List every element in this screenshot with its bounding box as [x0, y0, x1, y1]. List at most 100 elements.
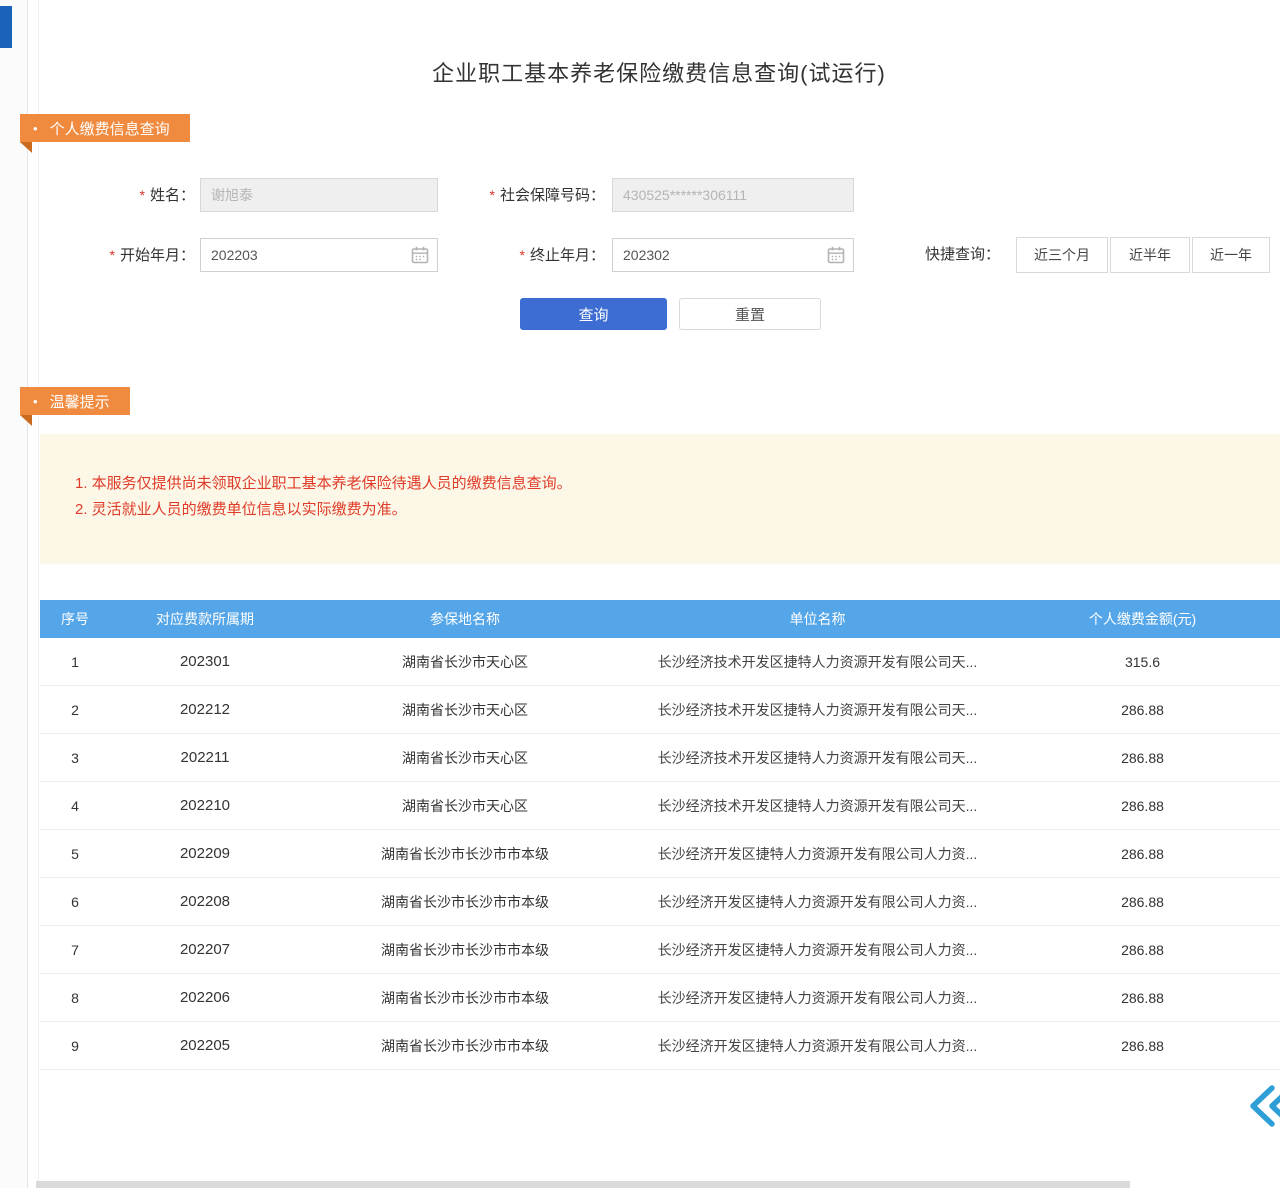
cell-amount: 286.88 [1005, 798, 1280, 814]
name-label: *姓名： [100, 178, 195, 212]
header-period: 对应费款所属期 [110, 609, 300, 629]
cell-index: 2 [40, 702, 110, 718]
cell-period: 202301 [110, 653, 300, 670]
quick-query-group: 近三个月 近半年 近一年 [1016, 237, 1270, 273]
end-month-field [612, 238, 854, 272]
cell-index: 6 [40, 894, 110, 910]
cell-region: 湖南省长沙市长沙市市本级 [300, 892, 630, 912]
cell-amount: 315.6 [1005, 654, 1280, 670]
cell-index: 5 [40, 846, 110, 862]
table-row: 2 202212 湖南省长沙市天心区 长沙经济技术开发区捷特人力资源开发有限公司… [40, 686, 1280, 734]
bullet-icon: • [33, 395, 38, 408]
section-badge-tips-label: 温馨提示 [50, 391, 110, 412]
cell-region: 湖南省长沙市天心区 [300, 796, 630, 816]
start-month-field [200, 238, 438, 272]
start-month-label: *开始年月： [85, 238, 195, 272]
cell-amount: 286.88 [1005, 750, 1280, 766]
cell-period: 202210 [110, 797, 300, 814]
end-month-input[interactable] [612, 238, 854, 272]
reset-button[interactable]: 重置 [679, 298, 821, 330]
header-company: 单位名称 [630, 609, 1005, 629]
page: 企业职工基本养老保险缴费信息查询(试运行) • 个人缴费信息查询 *姓名： *社… [0, 0, 1280, 1188]
cell-region: 湖南省长沙市天心区 [300, 748, 630, 768]
cell-index: 4 [40, 798, 110, 814]
cell-index: 8 [40, 990, 110, 1006]
required-marker: * [490, 187, 495, 203]
cell-amount: 286.88 [1005, 846, 1280, 862]
cell-period: 202208 [110, 893, 300, 910]
cell-region: 湖南省长沙市长沙市市本级 [300, 940, 630, 960]
cell-period: 202209 [110, 845, 300, 862]
cell-region: 湖南省长沙市长沙市市本级 [300, 844, 630, 864]
section-badge-tips: • 温馨提示 [20, 387, 130, 415]
cell-company: 长沙经济开发区捷特人力资源开发有限公司人力资... [630, 988, 1005, 1008]
cell-period: 202212 [110, 701, 300, 718]
start-month-input[interactable] [200, 238, 438, 272]
cell-company: 长沙经济技术开发区捷特人力资源开发有限公司天... [630, 700, 1005, 720]
cell-index: 1 [40, 654, 110, 670]
cell-company: 长沙经济开发区捷特人力资源开发有限公司人力资... [630, 940, 1005, 960]
cell-region: 湖南省长沙市长沙市市本级 [300, 1036, 630, 1056]
cell-company: 长沙经济技术开发区捷特人力资源开发有限公司天... [630, 652, 1005, 672]
cell-amount: 286.88 [1005, 1038, 1280, 1054]
table-row: 3 202211 湖南省长沙市天心区 长沙经济技术开发区捷特人力资源开发有限公司… [40, 734, 1280, 782]
page-title: 企业职工基本养老保险缴费信息查询(试运行) [38, 56, 1280, 88]
tips-box: 1. 本服务仅提供尚未领取企业职工基本养老保险待遇人员的缴费信息查询。 2. 灵… [40, 434, 1280, 564]
cell-period: 202207 [110, 941, 300, 958]
double-left-chevron-icon[interactable] [1246, 1084, 1280, 1128]
cell-company: 长沙经济开发区捷特人力资源开发有限公司人力资... [630, 892, 1005, 912]
cell-region: 湖南省长沙市长沙市市本级 [300, 988, 630, 1008]
table-row: 1 202301 湖南省长沙市天心区 长沙经济技术开发区捷特人力资源开发有限公司… [40, 638, 1280, 686]
cell-amount: 286.88 [1005, 702, 1280, 718]
cell-index: 3 [40, 750, 110, 766]
header-amount: 个人缴费金额(元) [1005, 609, 1280, 629]
cell-index: 7 [40, 942, 110, 958]
required-marker: * [520, 247, 525, 263]
tip-line-2: 2. 灵活就业人员的缴费单位信息以实际缴费为准。 [75, 497, 1260, 523]
ssn-label: *社会保障号码： [450, 178, 605, 212]
table-row: 9 202205 湖南省长沙市长沙市市本级 长沙经济开发区捷特人力资源开发有限公… [40, 1022, 1280, 1070]
section-badge-query-label: 个人缴费信息查询 [50, 118, 170, 139]
cell-index: 9 [40, 1038, 110, 1054]
cell-amount: 286.88 [1005, 894, 1280, 910]
quick-last-3-months-button[interactable]: 近三个月 [1016, 237, 1108, 273]
required-marker: * [110, 247, 115, 263]
cell-region: 湖南省长沙市天心区 [300, 652, 630, 672]
footer-bar [36, 1181, 1130, 1188]
bullet-icon: • [33, 122, 38, 135]
ssn-input[interactable] [612, 178, 854, 212]
table-header-row: 序号 对应费款所属期 参保地名称 单位名称 个人缴费金额(元) [40, 600, 1280, 638]
calendar-icon[interactable] [826, 245, 846, 265]
cell-amount: 286.88 [1005, 990, 1280, 1006]
table-row: 8 202206 湖南省长沙市长沙市市本级 长沙经济开发区捷特人力资源开发有限公… [40, 974, 1280, 1022]
calendar-icon[interactable] [410, 245, 430, 265]
rail-blue-marker [0, 6, 12, 48]
quick-query-label: 快捷查询： [925, 238, 1010, 272]
end-month-label: *终止年月： [490, 238, 605, 272]
cell-period: 202206 [110, 989, 300, 1006]
panel-left-border [38, 0, 39, 1188]
cell-company: 长沙经济技术开发区捷特人力资源开发有限公司天... [630, 796, 1005, 816]
table-row: 6 202208 湖南省长沙市长沙市市本级 长沙经济开发区捷特人力资源开发有限公… [40, 878, 1280, 926]
header-index: 序号 [40, 609, 110, 629]
quick-last-year-button[interactable]: 近一年 [1192, 237, 1270, 273]
quick-last-half-year-button[interactable]: 近半年 [1110, 237, 1190, 273]
table-row: 5 202209 湖南省长沙市长沙市市本级 长沙经济开发区捷特人力资源开发有限公… [40, 830, 1280, 878]
cell-company: 长沙经济技术开发区捷特人力资源开发有限公司天... [630, 748, 1005, 768]
tip-line-1: 1. 本服务仅提供尚未领取企业职工基本养老保险待遇人员的缴费信息查询。 [75, 471, 1260, 497]
cell-region: 湖南省长沙市天心区 [300, 700, 630, 720]
header-region: 参保地名称 [300, 609, 630, 629]
left-rail [0, 0, 28, 1188]
cell-company: 长沙经济开发区捷特人力资源开发有限公司人力资... [630, 1036, 1005, 1056]
search-button[interactable]: 查询 [520, 298, 667, 330]
cell-amount: 286.88 [1005, 942, 1280, 958]
table-row: 4 202210 湖南省长沙市天心区 长沙经济技术开发区捷特人力资源开发有限公司… [40, 782, 1280, 830]
cell-company: 长沙经济开发区捷特人力资源开发有限公司人力资... [630, 844, 1005, 864]
name-input[interactable] [200, 178, 438, 212]
cell-period: 202211 [110, 749, 300, 766]
results-table: 序号 对应费款所属期 参保地名称 单位名称 个人缴费金额(元) 1 202301… [40, 600, 1280, 1070]
table-row: 7 202207 湖南省长沙市长沙市市本级 长沙经济开发区捷特人力资源开发有限公… [40, 926, 1280, 974]
section-badge-query: • 个人缴费信息查询 [20, 114, 190, 142]
cell-period: 202205 [110, 1037, 300, 1054]
table-body: 1 202301 湖南省长沙市天心区 长沙经济技术开发区捷特人力资源开发有限公司… [40, 638, 1280, 1070]
